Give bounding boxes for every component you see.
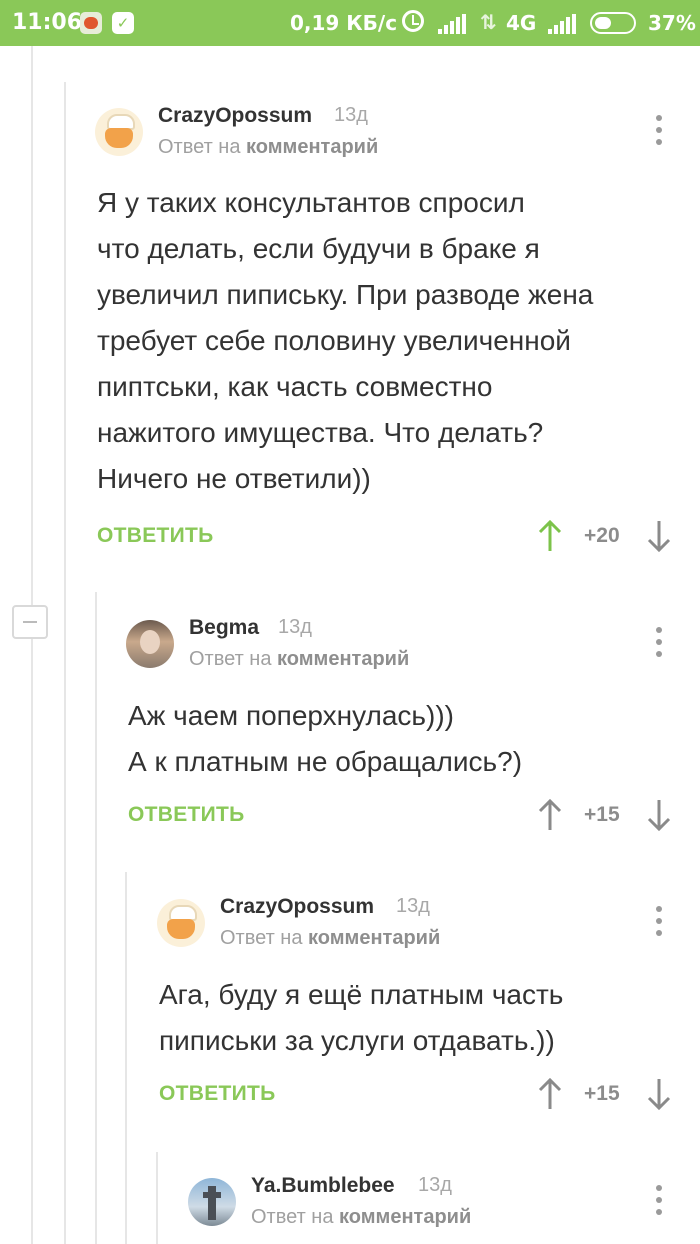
signal-icon	[548, 14, 576, 34]
rating-score: +20	[584, 524, 620, 547]
comment-author[interactable]: Begma	[189, 616, 259, 640]
reply-button[interactable]: ОТВЕТИТЬ	[97, 524, 214, 548]
alarm-icon	[402, 10, 424, 32]
reply-to-label: Ответ на комментарий	[189, 648, 410, 670]
battery-percent: 37%	[648, 11, 696, 35]
reply-button[interactable]: ОТВЕТИТЬ	[159, 1082, 276, 1106]
reply-to-link[interactable]: комментарий	[246, 136, 378, 158]
avatar[interactable]	[95, 108, 143, 156]
more-options-icon[interactable]	[655, 1185, 663, 1215]
app-notification-icon: ✓	[112, 12, 134, 34]
reply-button[interactable]: ОТВЕТИТЬ	[128, 803, 245, 827]
upvote-arrow-icon[interactable]	[537, 1077, 563, 1111]
downvote-arrow-icon[interactable]	[646, 1077, 672, 1111]
collapse-thread-button[interactable]	[12, 605, 48, 639]
reply-to-label: Ответ на комментарий	[251, 1206, 472, 1228]
network-speed: 0,19 КБ/с	[290, 11, 398, 35]
signal-icon	[438, 14, 466, 34]
comment-text: Аж чаем поперхнулась))) А к платным не об…	[128, 700, 523, 777]
status-bar: 11:06 ✓ 0,19 КБ/с ⇅ 4G 37%	[0, 0, 700, 46]
reply-to-link[interactable]: комментарий	[308, 927, 440, 949]
more-options-icon[interactable]	[655, 906, 663, 936]
reply-to-label: Ответ на комментарий	[220, 927, 441, 949]
thread-line	[125, 872, 127, 1244]
avatar[interactable]	[188, 1178, 236, 1226]
clock: 11:06	[12, 10, 83, 35]
comment-time: 13д	[278, 616, 312, 638]
data-transfer-icon: ⇅	[480, 10, 497, 34]
comment-time: 13д	[396, 895, 430, 917]
comment-text: Ага, буду я ещё платным часть пиписьки за…	[159, 979, 564, 1056]
comment-time: 13д	[418, 1174, 452, 1196]
downvote-arrow-icon[interactable]	[646, 519, 672, 553]
reply-to-label: Ответ на комментарий	[158, 136, 379, 158]
rating-score: +15	[584, 1082, 620, 1105]
thread-line	[95, 592, 97, 1244]
comment-author[interactable]: Ya.Bumblebee	[251, 1174, 395, 1198]
thread-line	[64, 82, 66, 1244]
thread-line	[31, 46, 33, 1244]
reply-to-link[interactable]: комментарий	[277, 648, 409, 670]
network-type: 4G	[506, 11, 537, 35]
comment-author[interactable]: CrazyOpossum	[158, 104, 312, 128]
upvote-arrow-icon[interactable]	[537, 798, 563, 832]
app-notification-icon	[80, 12, 102, 34]
avatar[interactable]	[157, 899, 205, 947]
comment-author[interactable]: CrazyOpossum	[220, 895, 374, 919]
rating-score: +15	[584, 803, 620, 826]
comment-time: 13д	[334, 104, 368, 126]
thread-line	[156, 1152, 158, 1244]
more-options-icon[interactable]	[655, 115, 663, 145]
upvote-arrow-icon[interactable]	[537, 519, 563, 553]
battery-icon	[590, 12, 636, 34]
comment-text: Я у таких консультантов спросил что делат…	[97, 187, 594, 494]
more-options-icon[interactable]	[655, 627, 663, 657]
downvote-arrow-icon[interactable]	[646, 798, 672, 832]
reply-to-link[interactable]: комментарий	[339, 1206, 471, 1228]
avatar[interactable]	[126, 620, 174, 668]
